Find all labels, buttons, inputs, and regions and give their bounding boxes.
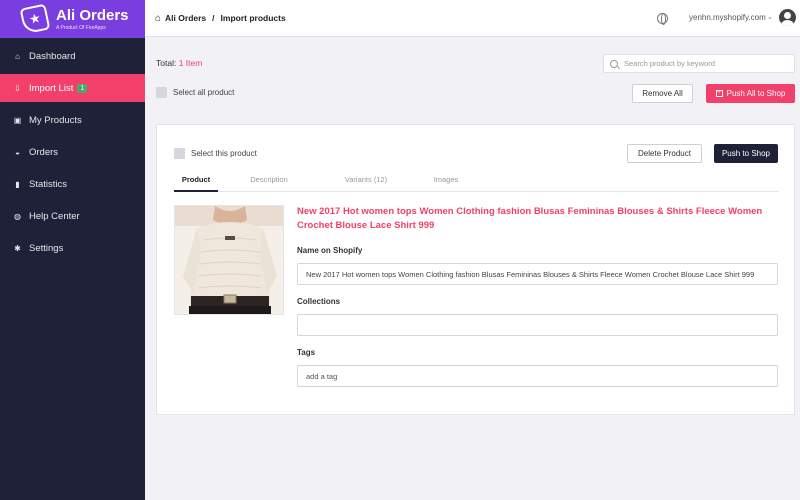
product-tabs: Product Description Variants (12) Images — [174, 175, 779, 192]
import-icon: ⇩ — [14, 83, 21, 93]
sidebar-item-orders[interactable]: ◒ Orders — [0, 138, 145, 166]
home-icon[interactable]: ⌂ — [155, 13, 161, 24]
globe-icon: ◍ — [14, 211, 21, 221]
sidebar-item-label: Orders — [29, 146, 59, 158]
select-product[interactable]: Select this product — [174, 148, 257, 159]
sidebar-item-label: Help Center — [29, 210, 80, 222]
collections-label: Collections — [297, 297, 341, 306]
tags-label: Tags — [297, 348, 316, 357]
tag-logo-icon: ★ — [19, 3, 51, 35]
total-label: Total: — [156, 58, 177, 68]
tab-description[interactable]: Description — [242, 175, 296, 192]
product-title[interactable]: New 2017 Hot women tops Women Clothing f… — [297, 205, 777, 233]
delete-product-button[interactable]: Delete Product — [627, 144, 702, 163]
brand-subtitle: A Product Of FireApps — [56, 24, 106, 31]
search-icon — [610, 59, 618, 68]
user-avatar[interactable] — [779, 9, 796, 26]
sidebar-item-label: Dashboard — [29, 50, 76, 62]
breadcrumb-separator: / — [212, 13, 215, 23]
top-bar: ⌂ Ali Orders / Import products yenhn.mys… — [145, 0, 800, 37]
tab-variants[interactable]: Variants (12) — [334, 175, 398, 192]
store-name[interactable]: yenhn.myshopify.com — [689, 13, 766, 22]
search-box[interactable] — [603, 54, 795, 73]
total-value: 1 Item — [178, 58, 203, 68]
home-icon: ⌂ — [15, 51, 20, 61]
select-product-checkbox[interactable] — [174, 148, 185, 159]
push-all-label: Push All to Shop — [726, 89, 786, 98]
brand-title: Ali Orders — [56, 6, 129, 24]
product-image — [174, 205, 284, 315]
sidebar-item-help-center[interactable]: ◍ Help Center — [0, 202, 145, 230]
sidebar-item-settings[interactable]: ✱ Settings — [0, 234, 145, 262]
breadcrumb: ⌂ Ali Orders / Import products — [145, 13, 286, 24]
push-to-shop-button[interactable]: Push to Shop — [714, 144, 778, 163]
sidebar-item-dashboard[interactable]: ⌂ Dashboard — [0, 42, 145, 70]
box-icon: ▣ — [13, 115, 22, 125]
sidebar-item-label: Statistics — [29, 178, 68, 190]
sidebar-item-statistics[interactable]: ▮ Statistics — [0, 170, 145, 198]
tags-input[interactable] — [306, 371, 777, 381]
total-count: Total: 1 Item — [156, 58, 202, 68]
bar-chart-icon: ▮ — [15, 179, 20, 189]
app-logo[interactable]: ★ Ali Orders A Product Of FireApps — [0, 0, 145, 38]
breadcrumb-root[interactable]: Ali Orders — [165, 13, 206, 23]
sidebar-item-import-list[interactable]: ⇩ Import List 1 — [0, 74, 145, 102]
select-all-label: Select all product — [173, 88, 235, 97]
name-on-shopify-value: New 2017 Hot women tops Women Clothing f… — [306, 269, 755, 279]
tab-product[interactable]: Product — [174, 175, 218, 192]
name-on-shopify-field[interactable]: New 2017 Hot women tops Women Clothing f… — [297, 263, 778, 285]
language-globe-icon[interactable] — [657, 13, 668, 25]
tab-images[interactable]: Images — [428, 175, 464, 192]
gear-icon: ✱ — [14, 243, 21, 253]
import-count-badge: 1 — [77, 83, 88, 93]
plus-square-icon: + — [715, 90, 723, 97]
breadcrumb-current: Import products — [220, 13, 286, 23]
sidebar: ★ Ali Orders A Product Of FireApps ⌂ Das… — [0, 0, 145, 500]
sidebar-item-my-products[interactable]: ▣ My Products — [0, 106, 145, 134]
select-product-label: Select this product — [191, 149, 257, 158]
collections-field[interactable] — [297, 314, 778, 336]
basket-icon: ◒ — [15, 147, 20, 157]
name-on-shopify-label: Name on Shopify — [297, 246, 363, 255]
chevron-down-icon[interactable]: ⌄ — [767, 13, 773, 21]
select-all-checkbox[interactable] — [156, 87, 167, 98]
product-card: Select this product Delete Product Push … — [156, 124, 795, 415]
remove-all-button[interactable]: Remove All — [632, 84, 693, 103]
push-all-to-shop-button[interactable]: + Push All to Shop — [706, 84, 795, 103]
product-photo — [175, 206, 283, 314]
tags-field[interactable] — [297, 365, 778, 387]
sidebar-item-label: My Products — [29, 114, 82, 126]
sidebar-item-label: Settings — [29, 242, 64, 254]
search-input[interactable] — [624, 59, 784, 68]
select-all[interactable]: Select all product — [156, 87, 234, 98]
sidebar-item-label: Import List — [29, 82, 74, 94]
